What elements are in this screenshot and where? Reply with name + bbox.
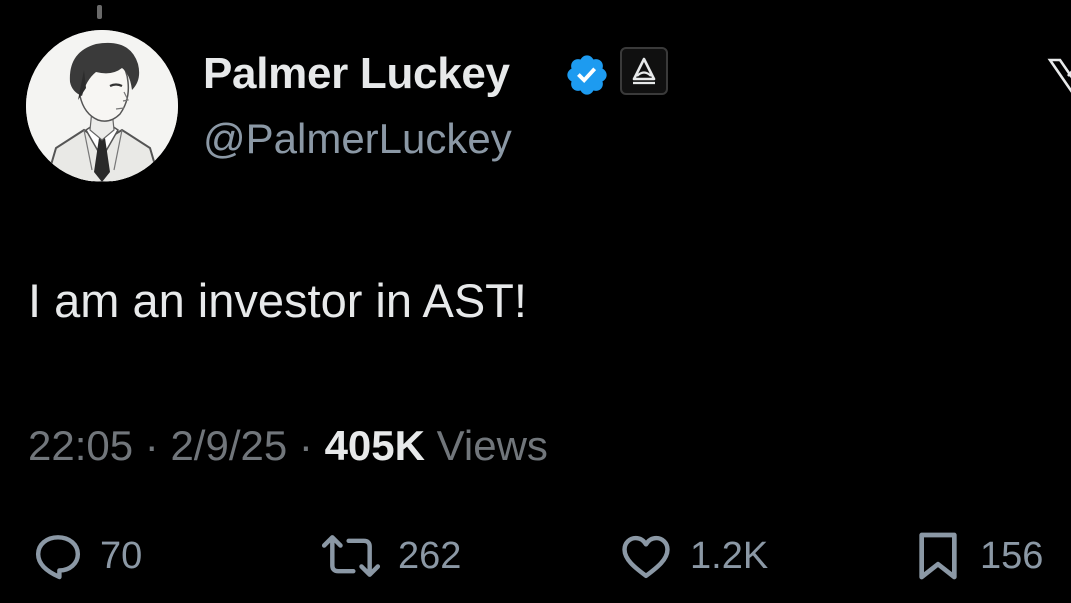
heart-icon: [622, 535, 670, 579]
reply-icon: [35, 535, 81, 580]
top-edge-mark: [97, 5, 102, 19]
avatar-illustration: [26, 30, 178, 182]
tweet-text: I am an investor in AST!: [28, 274, 527, 327]
views-count: 405K: [324, 422, 425, 469]
x-logo-icon: [1046, 56, 1071, 96]
like-count: 1.2K: [690, 534, 769, 577]
reply-count: 70: [100, 534, 143, 577]
bookmark-button[interactable]: 156: [910, 526, 1043, 586]
like-button[interactable]: 1.2K: [616, 526, 768, 586]
author-handle[interactable]: @PalmerLuckey: [203, 114, 512, 164]
tweet-meta: 22:05 · 2/9/25 · 405K Views: [28, 420, 548, 472]
bookmark-icon: [919, 532, 957, 580]
verified-badge-icon: [564, 52, 610, 98]
views-label: Views: [436, 422, 548, 469]
repost-button[interactable]: 262: [318, 526, 461, 586]
meta-separator: ·: [144, 422, 159, 469]
repost-icon: [321, 535, 381, 577]
reply-button[interactable]: 70: [30, 526, 142, 586]
tweet-time[interactable]: 22:05: [28, 422, 133, 469]
tweet-date[interactable]: 2/9/25: [170, 422, 287, 469]
avatar[interactable]: [26, 30, 178, 182]
author-display-name[interactable]: Palmer Luckey: [203, 48, 510, 100]
affiliate-logo-icon[interactable]: [620, 47, 668, 95]
meta-separator: ·: [298, 422, 313, 469]
repost-count: 262: [398, 534, 462, 577]
bookmark-count: 156: [980, 534, 1044, 577]
